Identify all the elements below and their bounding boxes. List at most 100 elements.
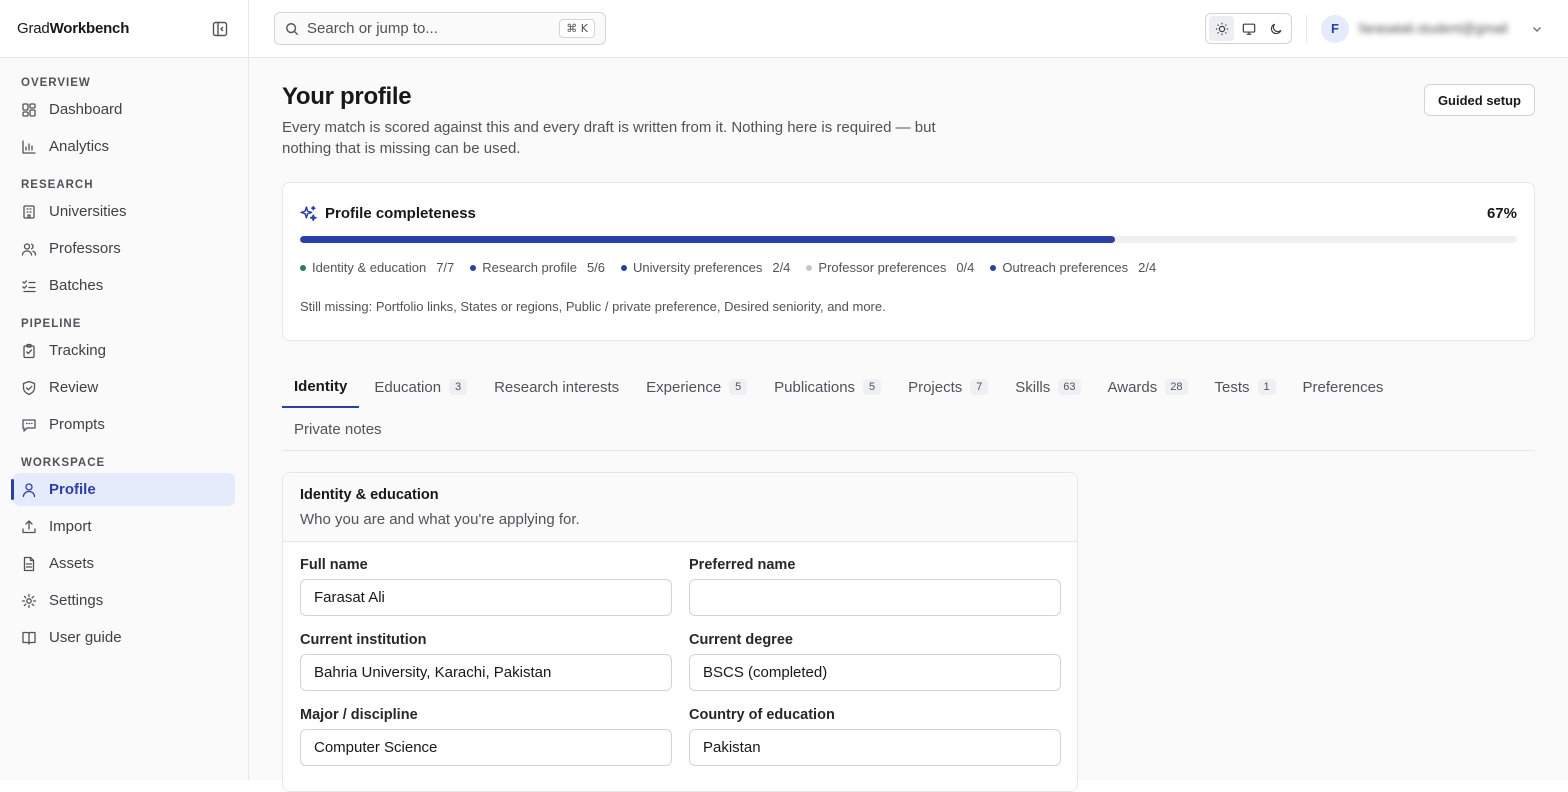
form-fields: Full name Farasat Ali Preferred name Curren… (283, 542, 1077, 766)
completeness-legend: Identity & education7/7Research profile5… (300, 260, 1517, 275)
missing-fields-text: Still missing: Portfolio links, States o… (300, 299, 1517, 314)
sidebar-item-professors[interactable]: Professors (13, 232, 235, 265)
collapse-sidebar-icon[interactable] (211, 20, 229, 38)
completeness-percent: 67% (1487, 205, 1517, 222)
search-shortcut: ⌘ K (559, 19, 595, 38)
full-name-input[interactable]: Farasat Ali (300, 579, 672, 616)
tab-label: Experience (646, 379, 721, 396)
form-header: Identity & education Who you are and wha… (283, 473, 1077, 542)
field-label: Major / discipline (300, 707, 672, 723)
sidebar-item-review[interactable]: Review (13, 371, 235, 404)
legend-value: 0/4 (956, 260, 974, 275)
user-email[interactable]: farasatali.student@gmail.com (1359, 21, 1509, 36)
tab-preferences[interactable]: Preferences (1291, 366, 1396, 408)
sidebar-item-dashboard[interactable]: Dashboard (13, 93, 235, 126)
sidebar-item-label: Universities (49, 203, 127, 220)
progress-fill (300, 236, 1115, 243)
chevron-down-icon[interactable] (1531, 23, 1543, 35)
tab-private-notes[interactable]: Private notes (282, 408, 394, 450)
tab-label: Research interests (494, 379, 619, 396)
tab-label: Tests (1215, 379, 1250, 396)
sidebar-item-prompts[interactable]: Prompts (13, 408, 235, 441)
field-label: Preferred name (689, 557, 1061, 573)
list-check-icon (21, 278, 37, 294)
sidebar-item-batches[interactable]: Batches (13, 269, 235, 302)
profile-tabs: Identity Education3 Research interests Expe… (282, 366, 1535, 451)
legend-value: 2/4 (1138, 260, 1156, 275)
sidebar-item-label: Professors (49, 240, 121, 257)
identity-education-form: Identity & education Who you are and wha… (282, 472, 1078, 792)
legend-item: Research profile5/6 (470, 260, 605, 275)
sidebar-section: PIPELINETrackingReviewPrompts (0, 314, 248, 441)
current-institution-input[interactable]: Bahria University, Karachi, Pakistan (300, 654, 672, 691)
field-label: Full name (300, 557, 672, 573)
form-title: Identity & education (300, 487, 1060, 503)
legend-label: Professor preferences (818, 260, 946, 275)
sidebar-item-label: User guide (49, 629, 122, 646)
field-label: Current institution (300, 632, 672, 648)
tab-experience[interactable]: Experience5 (634, 366, 759, 408)
sidebar-section: WORKSPACEProfileImportAssetsSettingsUser… (0, 453, 248, 654)
form-field: Country of education Pakistan (689, 707, 1061, 766)
current-degree-input[interactable]: BSCS (completed) (689, 654, 1061, 691)
brand-logo[interactable]: GradWorkbench (17, 20, 129, 37)
sidebar-item-settings[interactable]: Settings (13, 584, 235, 617)
avatar[interactable]: F (1321, 15, 1349, 43)
sidebar-heading: RESEARCH (13, 175, 235, 195)
major-discipline-input[interactable]: Computer Science (300, 729, 672, 766)
legend-value: 2/4 (772, 260, 790, 275)
system-theme-icon[interactable] (1236, 16, 1261, 41)
tab-count-badge: 3 (449, 379, 467, 395)
tab-label: Identity (294, 378, 347, 395)
status-dot (470, 265, 476, 271)
guided-setup-button[interactable]: Guided setup (1424, 84, 1535, 116)
sidebar-item-assets[interactable]: Assets (13, 547, 235, 580)
tab-projects[interactable]: Projects7 (896, 366, 1000, 408)
topbar-right: F farasatali.student@gmail.com (1205, 13, 1543, 44)
tab-publications[interactable]: Publications5 (762, 366, 893, 408)
tab-label: Skills (1015, 379, 1050, 396)
sidebar-item-tracking[interactable]: Tracking (13, 334, 235, 367)
tab-awards[interactable]: Awards 28 (1096, 366, 1200, 408)
tab-research-interests[interactable]: Research interests (482, 366, 631, 408)
message-icon (21, 417, 37, 433)
sidebar-item-analytics[interactable]: Analytics (13, 130, 235, 163)
shield-check-icon (21, 380, 37, 396)
status-dot (621, 265, 627, 271)
status-dot (300, 265, 306, 271)
sidebar-item-universities[interactable]: Universities (13, 195, 235, 228)
user-icon (21, 482, 37, 498)
sidebar-section: OVERVIEW Dashboard Analytics (0, 73, 248, 163)
tab-skills[interactable]: Skills63 (1003, 366, 1092, 408)
field-label: Current degree (689, 632, 1061, 648)
sidebar-item-profile[interactable]: Profile (13, 473, 235, 506)
sparkles-icon (300, 205, 317, 222)
sidebar-item-import[interactable]: Import (13, 510, 235, 543)
tab-row: Identity Education3 Research interests Expe… (282, 366, 1535, 408)
search-input[interactable]: Search or jump to... ⌘ K (274, 12, 606, 45)
file-icon (21, 556, 37, 572)
chart-icon (21, 139, 37, 155)
search-placeholder: Search or jump to... (307, 20, 438, 37)
tab-count-badge: 28 (1165, 379, 1187, 395)
sidebar-section: RESEARCH Universities Professors Batches (0, 175, 248, 302)
sidebar-item-user-guide[interactable]: User guide (13, 621, 235, 654)
tab-label: Awards (1108, 379, 1158, 396)
tab-education[interactable]: Education3 (362, 366, 479, 408)
legend-label: Research profile (482, 260, 577, 275)
tab-label: Preferences (1303, 379, 1384, 396)
tab-label: Private notes (294, 421, 382, 438)
dashboard-icon (21, 102, 37, 118)
sidebar-heading: OVERVIEW (13, 73, 235, 93)
tab-identity[interactable]: Identity (282, 366, 359, 408)
tab-tests[interactable]: Tests1 (1203, 366, 1288, 408)
field-label: Country of education (689, 707, 1061, 723)
light-theme-icon[interactable] (1209, 16, 1234, 41)
sidebar-item-label: Dashboard (49, 101, 122, 118)
search-icon (285, 22, 299, 36)
completeness-title: Profile completeness (325, 205, 476, 222)
dark-theme-icon[interactable] (1263, 16, 1288, 41)
sidebar-item-label: Settings (49, 592, 103, 609)
country-of-education-input[interactable]: Pakistan (689, 729, 1061, 766)
preferred-name-input[interactable] (689, 579, 1061, 616)
